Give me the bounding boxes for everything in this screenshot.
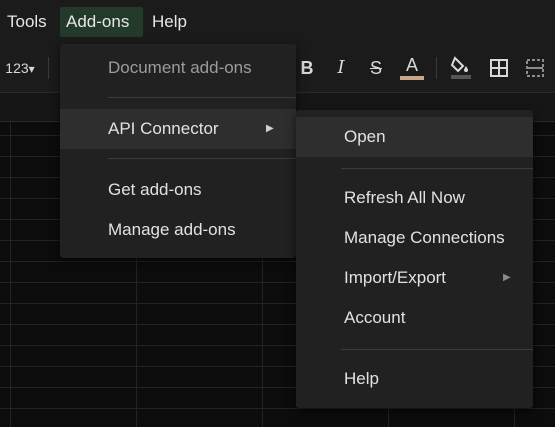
toolbar-divider	[436, 57, 437, 79]
merge-icon	[526, 59, 544, 77]
text-color-button[interactable]: A	[398, 54, 426, 82]
menu-item-manage-addons[interactable]: Manage add-ons	[60, 210, 296, 250]
menu-help[interactable]: Help	[146, 7, 193, 37]
menu-item-api-connector-label: API Connector	[108, 119, 219, 138]
fill-color-icon[interactable]	[447, 54, 475, 82]
submenu-item-open[interactable]: Open	[296, 117, 533, 157]
menu-item-document-addons: Document add-ons	[108, 58, 252, 77]
menu-divider	[341, 168, 533, 169]
toolbar-divider	[48, 57, 49, 79]
menu-item-get-addons[interactable]: Get add-ons	[60, 170, 296, 210]
submenu-item-manage-connections[interactable]: Manage Connections	[296, 218, 533, 258]
text-color-bar	[400, 76, 424, 80]
menu-divider	[108, 97, 296, 98]
menu-divider	[341, 349, 533, 350]
bold-icon[interactable]: B	[294, 54, 320, 82]
api-connector-submenu: Open Refresh All Now Manage Connections …	[296, 110, 533, 408]
submenu-item-account[interactable]: Account	[296, 298, 533, 338]
menu-divider	[108, 158, 296, 159]
menu-item-api-connector[interactable]: API Connector ▶	[60, 109, 296, 149]
submenu-item-import-export[interactable]: Import/Export ▶	[296, 258, 533, 298]
grid-icon	[490, 59, 508, 77]
text-color-icon: A	[405, 55, 418, 75]
app-root: Tools Add-ons Help 123▾ B I S A Document…	[0, 0, 555, 427]
submenu-item-help[interactable]: Help	[296, 359, 533, 399]
number-format-button[interactable]: 123▾	[0, 54, 40, 82]
submenu-arrow-icon: ▶	[503, 272, 511, 283]
borders-icon[interactable]	[486, 54, 512, 82]
italic-icon[interactable]: I	[328, 54, 354, 82]
submenu-item-refresh-all[interactable]: Refresh All Now	[296, 178, 533, 218]
merge-cells-icon[interactable]	[522, 54, 548, 82]
menu-bar: Tools Add-ons Help	[0, 0, 555, 44]
menu-addons[interactable]: Add-ons	[60, 7, 143, 37]
submenu-item-import-export-label: Import/Export	[344, 268, 447, 287]
submenu-arrow-icon: ▶	[266, 123, 274, 134]
strikethrough-icon[interactable]: S	[363, 54, 389, 82]
paint-bucket-icon	[450, 56, 471, 79]
caret-down-icon: ▾	[28, 62, 35, 76]
number-format-label: 123	[5, 60, 29, 76]
menu-tools[interactable]: Tools	[1, 7, 53, 37]
addons-menu: Document add-ons API Connector ▶ Get add…	[60, 44, 296, 258]
